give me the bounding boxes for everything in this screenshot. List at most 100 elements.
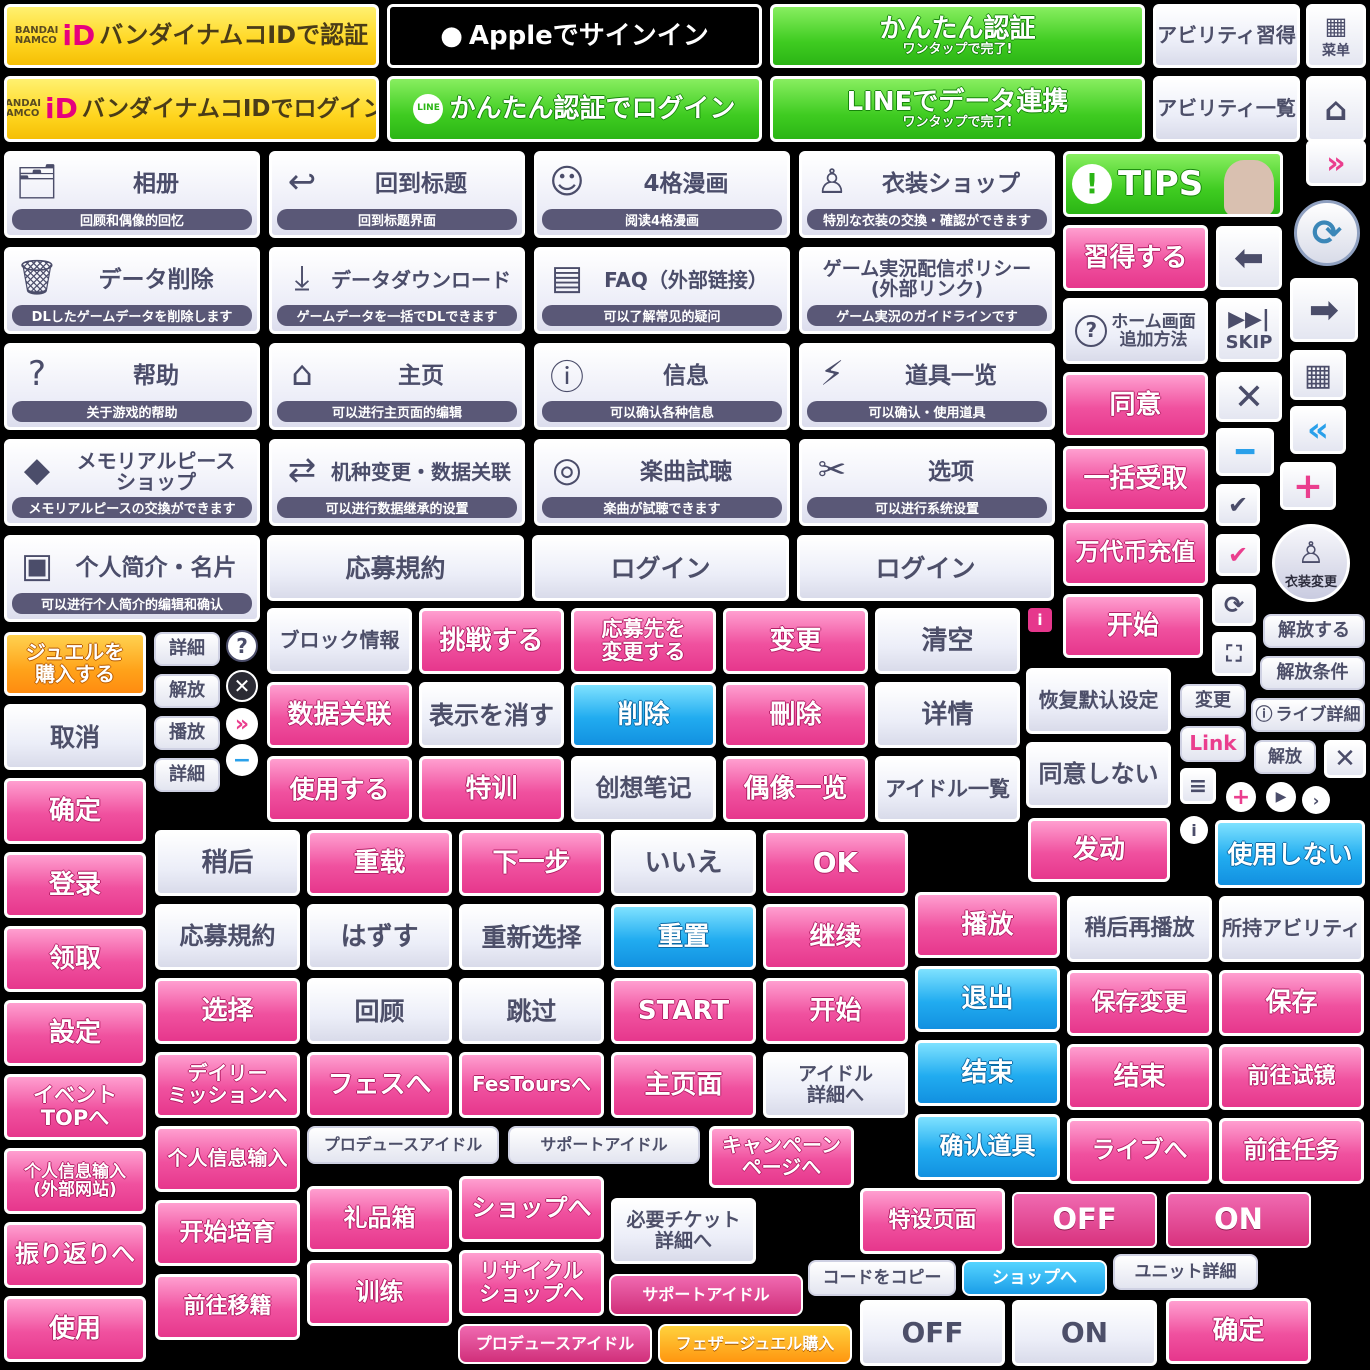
grid-button[interactable]: 応募規約 — [155, 904, 300, 970]
grid-top-button[interactable]: 数据关联 — [267, 682, 412, 748]
menu-card[interactable]: ⤓ データダウンロード ゲームデータを一括でDLできます — [269, 247, 525, 334]
right-grid-button[interactable]: 前往任务 — [1219, 1118, 1364, 1184]
login-button-1[interactable]: ログイン — [532, 535, 789, 601]
activate-button[interactable]: 发动 — [1028, 818, 1170, 882]
left-col-button[interactable]: 登录 — [4, 852, 146, 918]
minus-button[interactable]: ━ — [1216, 428, 1274, 476]
skip-button[interactable]: ▶▶| SKIP — [1216, 298, 1282, 362]
minus-circle-button[interactable]: − — [226, 744, 258, 776]
bandai-login-button[interactable]: BANDAINAMCOiDバンダイナムコIDでログイン — [4, 76, 379, 142]
grid-top-button[interactable]: 变更 — [723, 608, 868, 674]
unit-detail-button[interactable]: ユニット詳細 — [1113, 1254, 1258, 1290]
fast-forward-button[interactable]: » — [1306, 140, 1366, 186]
costume-change-button[interactable]: ♙ 衣装変更 — [1272, 524, 1350, 602]
menu-card[interactable]: ◆ メモリアルピース ショップ メモリアルピースの交換ができます — [4, 439, 260, 526]
menu-card[interactable]: ◎ 楽曲試聴 楽曲が試聴できます — [534, 439, 790, 526]
menu-card[interactable]: ⇄ 机种变更・数据关联 可以进行数据继承的设置 — [269, 439, 525, 526]
grid-top-button[interactable]: 応募先を 変更する — [571, 608, 716, 674]
grid-top-button[interactable]: 清空 — [875, 608, 1020, 674]
menu-card[interactable]: ▣ 个人简介・名片 可以进行个人简介的编辑和确认 — [4, 535, 260, 622]
menu-button[interactable]: ▦ 菜单 — [1306, 4, 1366, 68]
left-col-button[interactable]: 确定 — [4, 778, 146, 844]
refresh-button[interactable]: ⟳ — [1294, 200, 1360, 266]
grid-button[interactable]: 跳过 — [459, 978, 604, 1044]
menu-card[interactable]: ? 帮助 关于游戏的帮助 — [4, 343, 260, 430]
grid-top-button[interactable]: 挑戦する — [419, 608, 564, 674]
apply-terms-wide-button[interactable]: 応募規約 — [267, 535, 524, 601]
menu-card[interactable]: ゲーム実況配信ポリシー (外部リンク) ゲーム実況のガイドラインです — [799, 247, 1055, 334]
close-button[interactable]: ✕ — [1216, 372, 1282, 422]
shop-blue-button[interactable]: ショップへ — [962, 1260, 1107, 1296]
grid-top-button[interactable]: 表示を消す — [419, 682, 564, 748]
menu-card[interactable]: ☺ 4格漫画 阅读4格漫画 — [534, 151, 790, 238]
info-circle-button[interactable]: i — [1180, 816, 1208, 844]
special-page-button[interactable]: 特设页面 — [860, 1188, 1005, 1254]
feather-jewel-button[interactable]: フェザージュエル購入 — [658, 1324, 852, 1364]
learn-button[interactable]: 習得する — [1063, 225, 1208, 291]
home-button[interactable]: ⌂ — [1306, 76, 1366, 142]
close-circle-button[interactable]: ✕ — [226, 670, 258, 702]
link-button[interactable]: Link — [1180, 726, 1246, 762]
login-button-2[interactable]: ログイン — [797, 535, 1054, 601]
agree-button[interactable]: 同意 — [1063, 372, 1208, 438]
menu-card[interactable]: ▤ FAQ（外部链接） 可以了解常见的疑问 — [534, 247, 790, 334]
grid-top-button[interactable]: 详情 — [875, 682, 1020, 748]
grid-top-button[interactable]: アイドル一覧 — [875, 756, 1020, 822]
grid-button[interactable]: はずす — [307, 904, 452, 970]
start-cn-button[interactable]: 开始 — [1063, 594, 1203, 658]
grid-button[interactable]: 礼品箱 — [307, 1186, 452, 1252]
line-data-link-button[interactable]: LINEでデータ連携 ワンタップで完了! — [770, 76, 1145, 142]
grid-button[interactable]: 重载 — [307, 830, 452, 896]
menu-card[interactable]: ⚡ 道具一览 可以确认・使用道具 — [799, 343, 1055, 430]
grid-top-button[interactable]: 特训 — [419, 756, 564, 822]
off-white-toggle[interactable]: OFF — [860, 1300, 1005, 1366]
buy-jewel-button[interactable]: ジュエルを 購入する — [4, 632, 146, 696]
next-circle-button[interactable]: › — [1302, 786, 1330, 814]
forward-arrow-button[interactable]: ➡ — [1290, 278, 1358, 342]
small-left-button[interactable]: 解放 — [154, 674, 220, 708]
left-col-button[interactable]: 个人信息输入 (外部网站) — [4, 1148, 146, 1214]
grid-top-button[interactable]: 削除 — [571, 682, 716, 748]
grid-button[interactable]: 个人信息输入 — [155, 1126, 300, 1192]
on-pink-toggle[interactable]: ON — [1166, 1192, 1311, 1248]
forward-circle-button[interactable]: » — [226, 708, 258, 740]
restore-default-button[interactable]: 恢复默认设定 — [1026, 668, 1171, 734]
support-idol-tab[interactable]: サポートアイドル — [508, 1126, 700, 1164]
ability-list-button[interactable]: アビリティ一覧 — [1153, 76, 1300, 142]
grid-button[interactable]: ショップへ — [459, 1176, 604, 1242]
grid-button[interactable]: 重新选择 — [459, 904, 604, 970]
menu-card[interactable]: 🗑 データ削除 DLしたゲームデータを削除します — [4, 247, 260, 334]
fullscreen-button[interactable]: ⛶ — [1212, 632, 1256, 676]
produce-idol-pink-tab[interactable]: プロデュースアイドル — [458, 1324, 652, 1364]
plus-button[interactable]: + — [1280, 462, 1336, 510]
grid-top-button[interactable]: 使用する — [267, 756, 412, 822]
small-left-button[interactable]: 詳細 — [154, 632, 220, 666]
grid-button[interactable]: 稍后 — [155, 830, 300, 896]
grid-button[interactable]: 训练 — [307, 1260, 452, 1326]
unlock-button[interactable]: 解放する — [1263, 614, 1365, 648]
menu-card[interactable]: ✂ 选项 可以进行系统设置 — [799, 439, 1055, 526]
bulk-receive-button[interactable]: 一括受取 — [1063, 446, 1208, 512]
right-grid-button[interactable]: 保存 — [1219, 970, 1364, 1036]
not-use-button[interactable]: 使用しない — [1215, 820, 1365, 888]
easy-auth-login-button[interactable]: LINE かんたん認証でログイン — [387, 76, 762, 142]
help-circle-button[interactable]: ? — [226, 630, 258, 662]
line-easy-auth-button[interactable]: かんたん認証 ワンタップで完了! — [770, 4, 1145, 68]
copy-code-button[interactable]: コードをコピー — [808, 1260, 956, 1296]
left-col-button[interactable]: イベント TOPへ — [4, 1074, 146, 1140]
grid-button[interactable]: アイドル 詳細へ — [763, 1052, 908, 1118]
confirm-pink-button[interactable]: 确定 — [1166, 1298, 1311, 1364]
tips-banner[interactable]: ! TIPS — [1063, 151, 1283, 217]
grid-button[interactable]: OK — [763, 830, 908, 896]
right-grid-button[interactable]: 前往试镜 — [1219, 1044, 1364, 1110]
grid-button[interactable]: 回顾 — [307, 978, 452, 1044]
check-pink-button[interactable]: ✔ — [1216, 534, 1260, 576]
campaign-button[interactable]: キャンペーン ページへ — [709, 1126, 854, 1188]
menu-card[interactable]: ↩ 回到标题 回到标题界面 — [269, 151, 525, 238]
grid-button[interactable]: 主页面 — [611, 1052, 756, 1118]
grid-button[interactable]: 选择 — [155, 978, 300, 1044]
home-add-method-button[interactable]: ? ホーム画面 追加方法 — [1063, 298, 1208, 364]
menu-card[interactable]: 🗂 相册 回顾和偶像的回忆 — [4, 151, 260, 238]
check-gray-button[interactable]: ✔ — [1216, 484, 1260, 526]
right-grid-button[interactable]: 确认道具 — [915, 1114, 1060, 1180]
